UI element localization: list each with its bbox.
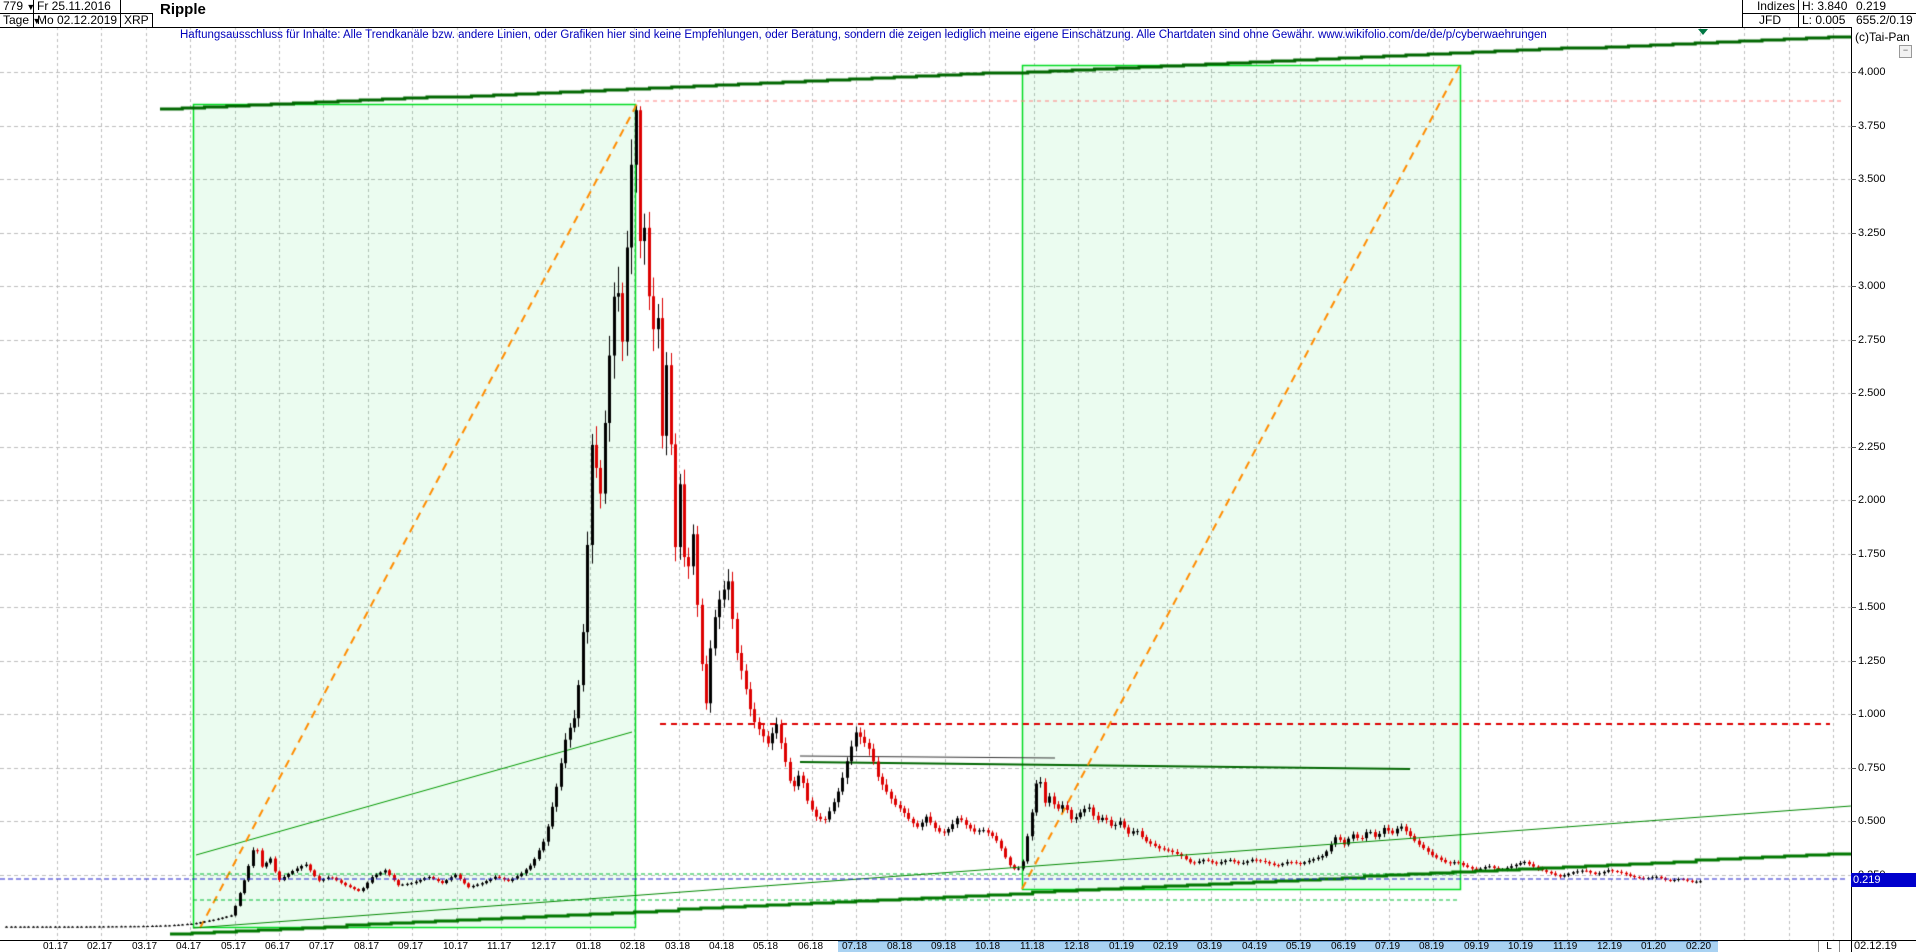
date-tick-label: 03.19 (1197, 941, 1222, 952)
date-tick-label: 02.19 (1153, 941, 1178, 952)
period-low-value: L: 0.005 (1802, 14, 1845, 27)
price-tick (1851, 72, 1856, 73)
date-axis: 01.17 02.17 03.17 04.17 05.17 06.17 07.17 08.17… (0, 941, 1851, 952)
header-bar: 779 ▼ Tage ▼ Fr 25.11.2016 Mo 02.12.2019… (0, 0, 1916, 27)
date-tick-label: 11.17 (487, 941, 511, 952)
date-tick-label: 04.18 (709, 941, 734, 952)
current-price-badge: 0.219 (1851, 873, 1916, 887)
date-tick-label: 01.18 (576, 941, 601, 952)
date-tick-label: 04.19 (1242, 941, 1267, 952)
date-tick-label: 02.17 (87, 941, 112, 952)
price-tick (1851, 500, 1856, 501)
price-tick-label: 1.250 (1858, 655, 1886, 667)
instrument-title: Ripple (160, 1, 206, 18)
symbol-label: XRP (124, 14, 149, 27)
price-tick (1851, 661, 1856, 662)
date-tick-label: 07.17 (309, 941, 334, 952)
date-tick-label: 12.19 (1597, 941, 1622, 952)
date-tick-label: 12.17 (531, 941, 556, 952)
date-tick-label: 03.18 (665, 941, 690, 952)
date-tick-label: 02.20 (1686, 941, 1711, 952)
date-tick-label: 05.19 (1286, 941, 1311, 952)
date-tick-label: 05.17 (221, 941, 246, 952)
date-tick-label: 01.20 (1641, 941, 1666, 952)
date-tick-label: 06.17 (265, 941, 290, 952)
date-tick-label: 11.18 (1020, 941, 1044, 952)
indizes-label: Indizes (1745, 0, 1795, 13)
date-tick-label: 09.19 (1464, 941, 1489, 952)
header-bottom-border (0, 27, 1916, 28)
price-axis: 4.000 3.750 3.500 3.250 3.000 2.750 2.500 2.250… (1851, 27, 1916, 940)
price-tick-label: 3.250 (1858, 227, 1886, 239)
header-divider (152, 13, 153, 27)
date-tick-label: 05.18 (753, 941, 778, 952)
price-tick-label: 1.000 (1858, 708, 1886, 720)
period-high-value: H: 3.840 (1802, 0, 1847, 13)
price-chart-canvas[interactable] (0, 0, 1916, 952)
date-tick-label: 10.19 (1508, 941, 1533, 952)
date-tick-label: 01.17 (43, 941, 68, 952)
date-tick-label: 04.17 (176, 941, 201, 952)
price-tick (1851, 821, 1856, 822)
price-tick-label: 3.000 (1858, 280, 1886, 292)
broker-label: JFD (1745, 14, 1795, 27)
price-tick (1851, 554, 1856, 555)
minimize-icon[interactable]: − (1899, 45, 1912, 58)
price-tick (1851, 286, 1856, 287)
date-axis-highlight (838, 941, 1718, 952)
price-tick-label: 2.250 (1858, 441, 1886, 453)
period-count-dropdown[interactable]: 779 ▼ (3, 0, 35, 14)
date-to-field[interactable]: Mo 02.12.2019 (37, 14, 117, 27)
date-tick-label: 06.18 (798, 941, 823, 952)
l-indicator: L (1818, 941, 1840, 952)
axis-border (1851, 27, 1852, 952)
taipan-chart-window: 779 ▼ Tage ▼ Fr 25.11.2016 Mo 02.12.2019… (0, 0, 1916, 952)
copyright-label: (c)Tai-Pan (1855, 30, 1910, 44)
price-tick-label: 3.500 (1858, 173, 1886, 185)
date-tick-label: 08.17 (354, 941, 379, 952)
price-tick-label: 3.750 (1858, 120, 1886, 132)
date-tick-label: 01.19 (1109, 941, 1134, 952)
date-tick-label: 07.18 (842, 941, 867, 952)
cursor-date-label: 02.12.19 (1854, 940, 1897, 952)
date-tick-label: 11.19 (1553, 941, 1577, 952)
date-tick-label: 02.18 (620, 941, 645, 952)
date-tick-label: 12.18 (1064, 941, 1089, 952)
date-tick-label: 03.17 (132, 941, 157, 952)
price-tick (1851, 233, 1856, 234)
header-divider (1742, 13, 1916, 14)
date-tick-label: 06.19 (1331, 941, 1356, 952)
price-tick (1851, 714, 1856, 715)
price-tick (1851, 340, 1856, 341)
date-tick-label: 08.19 (1419, 941, 1444, 952)
price-tick-label: 2.000 (1858, 494, 1886, 506)
price-tick (1851, 179, 1856, 180)
date-tick-label: 08.18 (887, 941, 912, 952)
price-tick (1851, 447, 1856, 448)
header-divider (0, 13, 152, 14)
price-tick-label: 2.500 (1858, 387, 1886, 399)
price-tick (1851, 607, 1856, 608)
date-tick-label: 10.18 (975, 941, 1000, 952)
price-tick-label: 4.000 (1858, 66, 1886, 78)
date-tick-label: 10.17 (443, 941, 468, 952)
price-tick-label: 2.750 (1858, 334, 1886, 346)
date-tick-label: 07.19 (1375, 941, 1400, 952)
disclaimer-text: Haftungsausschluss für Inhalte: Alle Tre… (180, 29, 1547, 41)
date-from-field[interactable]: Fr 25.11.2016 (37, 0, 111, 13)
date-tick-label: 09.18 (931, 941, 956, 952)
price-tick (1851, 393, 1856, 394)
price-tick-label: 1.500 (1858, 601, 1886, 613)
price-tick-label: 0.500 (1858, 815, 1886, 827)
price-tick-label: 1.750 (1858, 548, 1886, 560)
price-tick (1851, 126, 1856, 127)
price-tick-label: 0.750 (1858, 762, 1886, 774)
price-tick (1851, 768, 1856, 769)
last-price-value: 0.219 (1856, 0, 1886, 13)
marker-triangle-icon (1698, 29, 1708, 35)
period-unit-dropdown[interactable]: Tage ▼ (3, 14, 41, 28)
date-tick-label: 09.17 (398, 941, 423, 952)
volume-stat-value: 655.2/0.19 (1856, 14, 1913, 27)
